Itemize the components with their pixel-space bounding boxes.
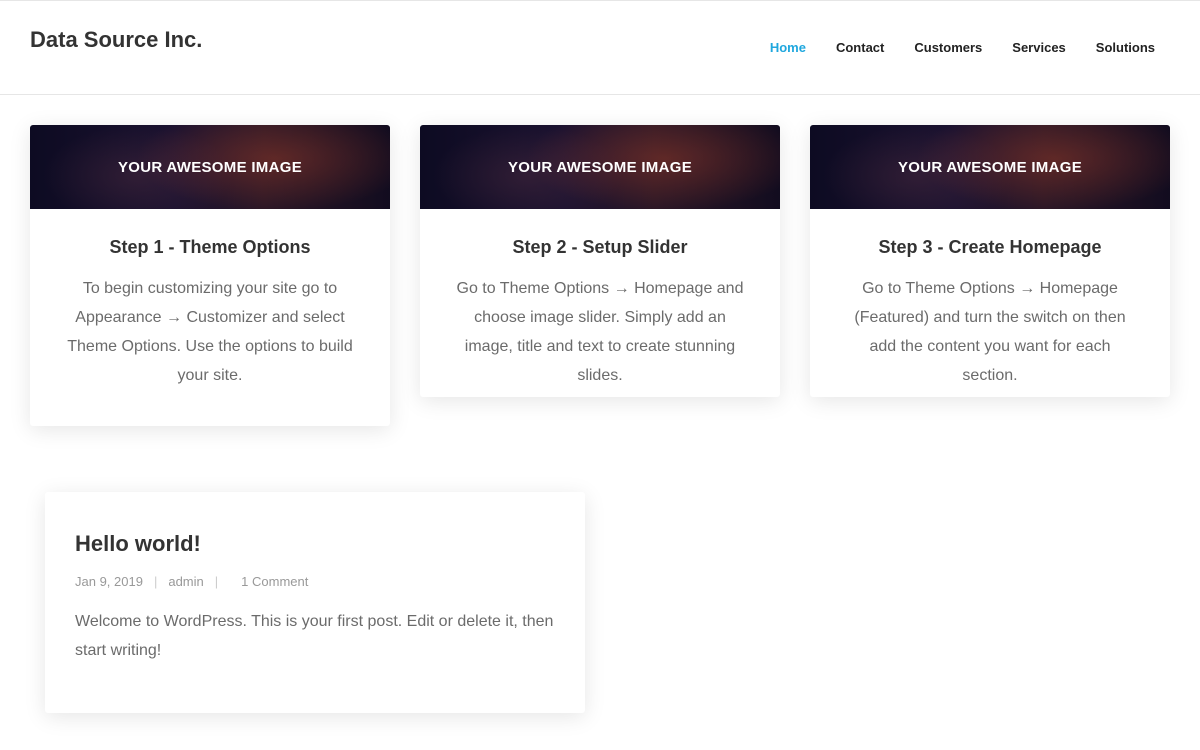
feature-title: Step 2 - Setup Slider (512, 237, 688, 257)
feature-text: Go to Theme Options → Homepage and choos… (456, 280, 744, 384)
nav-item-solutions[interactable]: Solutions (1081, 40, 1170, 56)
feature-card-step-2: YOUR AWESOME IMAGE Step 2 - Setup Slider… (420, 125, 780, 397)
post-author[interactable]: admin (168, 574, 203, 589)
feature-image-text: YOUR AWESOME IMAGE (507, 158, 693, 176)
post-comments-link[interactable]: 1 Comment (241, 574, 308, 589)
meta-separator: | (153, 574, 158, 589)
feature-card-step-3: YOUR AWESOME IMAGE Step 3 - Create Homep… (810, 125, 1170, 397)
post-excerpt: Welcome to WordPress. This is your first… (75, 613, 554, 659)
feature-image-text: YOUR AWESOME IMAGE (117, 158, 303, 176)
feature-text: Go to Theme Options → Homepage (Featured… (854, 280, 1126, 384)
feature-title: Step 3 - Create Homepage (878, 237, 1102, 257)
feature-image-text: YOUR AWESOME IMAGE (897, 158, 1083, 176)
nav-item-services[interactable]: Services (997, 40, 1081, 56)
feature-title: Step 1 - Theme Options (109, 237, 311, 257)
meta-separator: | (214, 574, 219, 589)
feature-card-step-1: YOUR AWESOME IMAGE Step 1 - Theme Option… (30, 125, 390, 426)
post-meta: Jan 9, 2019 | admin | 1 Comment (75, 574, 555, 589)
main-nav: Home Contact Customers Services Solution… (755, 40, 1170, 56)
site-title[interactable]: Data Source Inc. (30, 27, 202, 53)
feature-image[interactable]: YOUR AWESOME IMAGE (810, 125, 1170, 209)
nav-item-contact[interactable]: Contact (821, 40, 899, 56)
feature-image[interactable]: YOUR AWESOME IMAGE (420, 125, 780, 209)
nav-item-home[interactable]: Home (755, 40, 821, 56)
site-header: Data Source Inc. Home Contact Customers … (0, 0, 1200, 95)
blog-post-card: Hello world! Jan 9, 2019 | admin | 1 Com… (45, 492, 585, 713)
feature-image[interactable]: YOUR AWESOME IMAGE (30, 125, 390, 209)
nav-item-customers[interactable]: Customers (899, 40, 997, 56)
post-date[interactable]: Jan 9, 2019 (75, 574, 143, 589)
feature-text: To begin customizing your site go to App… (67, 280, 353, 384)
post-title[interactable]: Hello world! (75, 530, 555, 558)
